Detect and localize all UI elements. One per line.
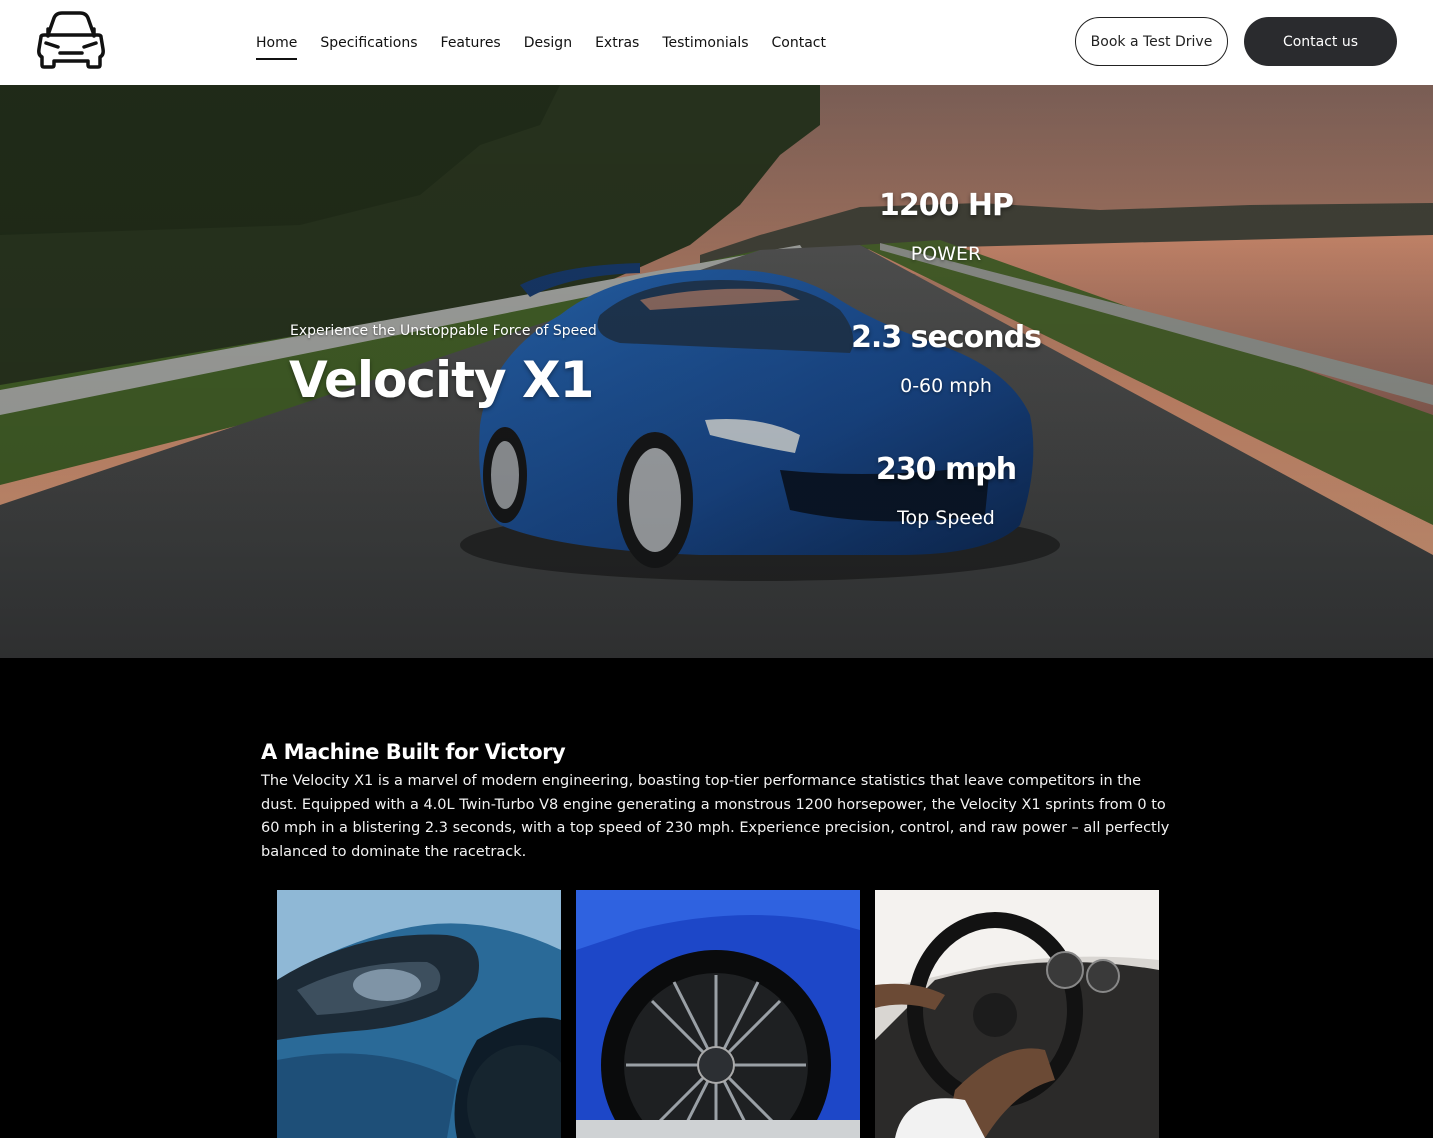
- site-header: Home Specifications Features Design Extr…: [0, 0, 1433, 85]
- car-front-icon[interactable]: [34, 9, 108, 73]
- gallery-image-wheel: [576, 890, 860, 1138]
- nav-testimonials[interactable]: Testimonials: [662, 33, 748, 53]
- stat-value-top-speed: 230 mph: [875, 452, 1017, 487]
- hero-title: Velocity X1: [289, 351, 594, 409]
- hero-stats: 1200 HP POWER 2.3 seconds 0-60 mph 230 m…: [846, 185, 1046, 581]
- stat-value-acceleration: 2.3 seconds: [851, 320, 1042, 355]
- nav-extras[interactable]: Extras: [595, 33, 639, 53]
- hero-tagline: Experience the Unstoppable Force of Spee…: [290, 323, 597, 339]
- stat-label-power: POWER: [910, 243, 982, 265]
- main-nav: Home Specifications Features Design Extr…: [256, 0, 849, 85]
- section-body: The Velocity X1 is a marvel of modern en…: [261, 773, 1170, 860]
- book-test-drive-button[interactable]: Book a Test Drive: [1075, 17, 1228, 66]
- nav-specifications[interactable]: Specifications: [320, 33, 417, 53]
- stat-label-top-speed: Top Speed: [897, 507, 995, 529]
- hero-background-image: [0, 85, 1433, 658]
- stat-value-power: 1200 HP: [878, 188, 1014, 223]
- nav-contact[interactable]: Contact: [772, 33, 826, 53]
- nav-home[interactable]: Home: [256, 33, 298, 60]
- nav-design[interactable]: Design: [524, 33, 572, 53]
- hero-section: Experience the Unstoppable Force of Spee…: [0, 85, 1433, 658]
- stat-label-acceleration: 0-60 mph: [900, 375, 992, 397]
- gallery-image-interior: [875, 890, 1159, 1138]
- contact-us-button[interactable]: Contact us: [1244, 17, 1397, 66]
- section-title: A Machine Built for Victory: [261, 740, 566, 764]
- nav-features[interactable]: Features: [441, 33, 501, 53]
- gallery-image-headlight: [277, 890, 561, 1138]
